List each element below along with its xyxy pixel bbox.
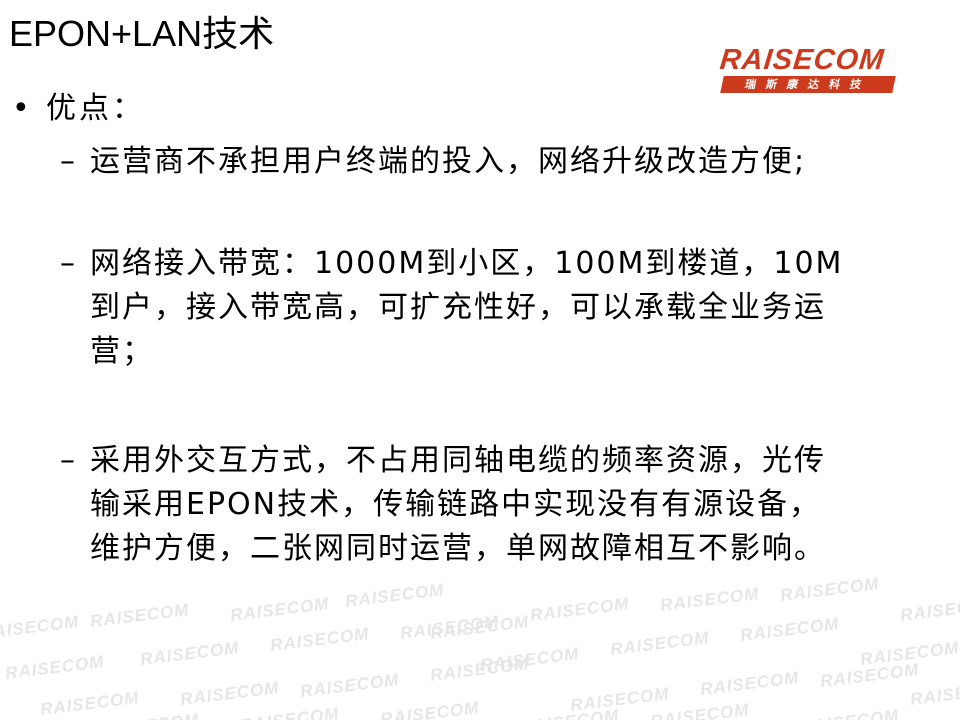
bullet-item: • 优点： [12, 88, 957, 136]
watermark-text: RAISECOM [239, 704, 341, 720]
sub-item-1: – 运营商不承担用户终端的投入，网络升级改造方便; [12, 140, 957, 184]
bullet-heading: 优点： [46, 91, 145, 126]
dash-marker: – [60, 246, 77, 281]
watermark-text: RAISECOM [269, 624, 371, 656]
watermark-text: RAISECOM [99, 710, 200, 720]
watermark-text: RAISECOM [379, 698, 481, 720]
slide-content: • 优点： – 运营商不承担用户终端的投入，网络升级改造方便; – 网络接入带宽… [12, 88, 957, 571]
watermark-text: RAISECOM [0, 612, 81, 644]
watermark-text: RAISECOM [799, 706, 900, 720]
watermark-text: RAISECOM [89, 600, 191, 632]
watermark-text: RAISECOM [899, 594, 960, 626]
watermark-text: RAISECOM [909, 678, 960, 710]
watermark-text: RAISECOM [609, 628, 711, 660]
sub-item-3-line-2: 输采用EPON技术，传输链路中实现没有有源设备， [90, 487, 822, 522]
watermark-text: RAISECOM [139, 638, 241, 670]
sub-item-2-line-2: 到户，接入带宽高，可扩充性好，可以承载全业务运 [90, 290, 826, 325]
sub-item-3: – 采用外交互方式，不占用同轴电缆的频率资源，光传 输采用EPON技术，传输链路… [12, 439, 957, 571]
sub-item-3-line-1: 采用外交互方式，不占用同轴电缆的频率资源，光传 [90, 443, 826, 478]
logo-wordmark: RAISECOM [718, 44, 887, 76]
sub-item-2: – 网络接入带宽：1000M到小区，100M到楼道，10M 到户，接入带宽高，可… [12, 242, 957, 374]
sub-item-1-line-1: 运营商不承担用户终端的投入，网络升级改造方便; [90, 144, 807, 179]
sub-item-2-line-3: 营； [90, 334, 154, 369]
watermark-text: RAISECOM [39, 688, 141, 720]
watermark-text: RAISECOM [659, 584, 761, 616]
dash-marker: – [60, 144, 77, 179]
watermark-text: RAISECOM [4, 652, 106, 684]
watermark-text: RAISECOM [179, 678, 281, 710]
watermark-text: RAISECOM [699, 668, 801, 700]
dash-marker: – [60, 443, 77, 478]
sub-item-3-line-3: 维护方便，二张网同时运营，单网故障相互不影响。 [90, 531, 826, 566]
watermark-text: RAISECOM [299, 670, 401, 702]
watermark-text: RAISECOM [739, 614, 841, 646]
watermark-text: RAISECOM [779, 574, 881, 606]
watermark-text: RAISECOM [344, 580, 446, 612]
watermark-text: RAISECOM [529, 594, 631, 626]
sub-item-2-line-1: 网络接入带宽：1000M到小区，100M到楼道，10M [90, 246, 844, 281]
bullet-dot: • [12, 91, 30, 126]
slide-title: EPON+LAN技术 [9, 13, 275, 54]
watermark-text: RAISECOM [229, 594, 331, 626]
